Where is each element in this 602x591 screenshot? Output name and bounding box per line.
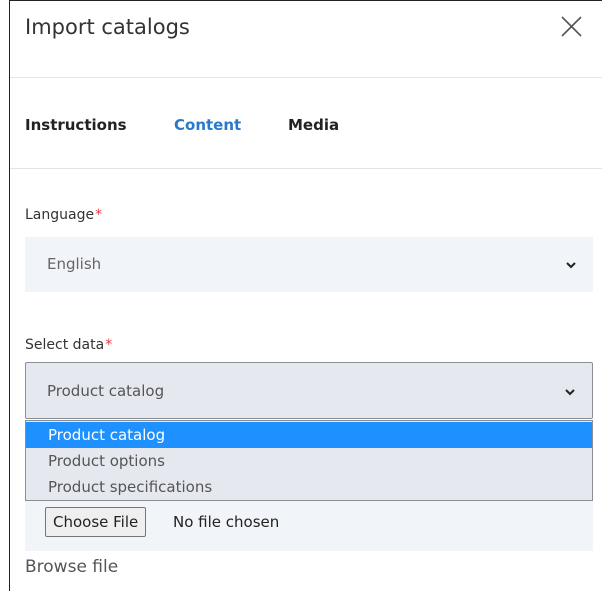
language-select[interactable]: English	[25, 237, 593, 292]
import-catalogs-modal: Import catalogs Instructions Content Med…	[9, 0, 602, 591]
chevron-down-icon	[566, 262, 576, 269]
file-status-text: No file chosen	[173, 513, 280, 531]
language-label: Language*	[25, 207, 102, 223]
language-select-value: English	[47, 255, 102, 273]
required-marker: *	[105, 337, 113, 353]
browse-file-link[interactable]: Browse file	[25, 557, 118, 577]
close-button[interactable]	[555, 11, 587, 43]
tab-content[interactable]: Content	[174, 116, 241, 134]
select-data-dropdown-list: Product catalog Product options Product …	[25, 420, 593, 501]
select-data-label: Select data*	[25, 337, 112, 353]
dropdown-option-product-catalog[interactable]: Product catalog	[26, 422, 592, 448]
modal-header: Import catalogs	[10, 1, 602, 78]
choose-file-button[interactable]: Choose File	[45, 507, 147, 537]
dropdown-option-product-options[interactable]: Product options	[26, 448, 592, 474]
chevron-down-icon	[565, 389, 575, 396]
file-upload-area: Choose File No file chosen	[25, 501, 593, 551]
dropdown-option-product-specifications[interactable]: Product specifications	[26, 474, 592, 500]
required-marker: *	[95, 207, 103, 223]
select-data-label-text: Select data	[25, 337, 105, 353]
close-icon	[561, 16, 582, 37]
select-data-value: Product catalog	[47, 382, 165, 400]
modal-title: Import catalogs	[25, 15, 190, 39]
select-data-select[interactable]: Product catalog	[25, 362, 593, 419]
tab-media[interactable]: Media	[288, 116, 339, 134]
tab-instructions[interactable]: Instructions	[25, 116, 127, 134]
language-label-text: Language	[25, 207, 95, 223]
tab-bar: Instructions Content Media	[10, 79, 602, 169]
